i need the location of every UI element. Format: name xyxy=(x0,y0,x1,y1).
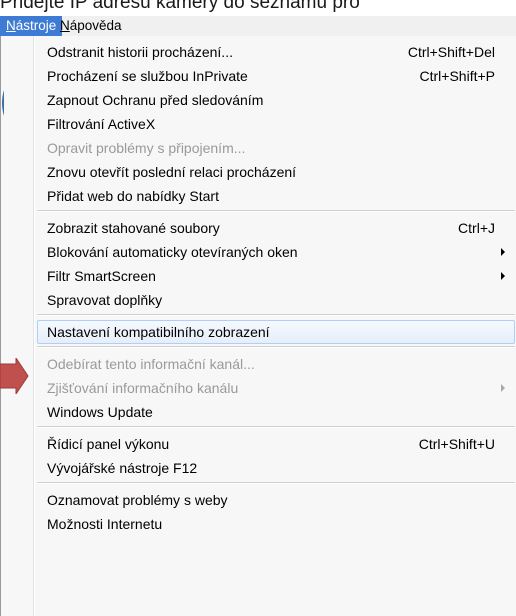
menu-item-ridici-panel-vykonu[interactable]: Řídicí panel výkonu Ctrl+Shift+U xyxy=(37,432,515,456)
menu-item-filtrovani-activex[interactable]: Filtrování ActiveX xyxy=(37,112,515,136)
menu-item-label: Řídicí panel výkonu xyxy=(47,436,170,452)
menu-item-filtr-smartscreen[interactable]: Filtr SmartScreen xyxy=(37,264,515,288)
menu-item-zobrazit-stahovane-soubory[interactable]: Zobrazit stahované soubory Ctrl+J xyxy=(37,216,515,240)
menu-item-zjistovani-informacniho-kanalu: Zjišťování informačního kanálu xyxy=(37,376,515,400)
menu-item-windows-update[interactable]: Windows Update xyxy=(37,400,515,424)
menu-item-shortcut: Ctrl+Shift+Del xyxy=(407,44,495,60)
menu-item-oznamovat-problemy-s-weby[interactable]: Oznamovat problémy s weby xyxy=(37,488,515,512)
menu-item-label: Zjišťování informačního kanálu xyxy=(47,380,239,396)
menu-help-label: ápověda xyxy=(69,18,122,33)
menu-item-label: Odebírat tento informační kanál... xyxy=(47,356,255,372)
menu-help-mnemonic: N xyxy=(60,18,70,33)
menu-item-znovu-otevrit-posledni-relaci-prochazeni[interactable]: Znovu otevřít poslední relaci procházení xyxy=(37,160,515,184)
menu-item-label: Windows Update xyxy=(47,404,153,420)
menu-item-opravit-problemy-s-pripojenim: Opravit problémy s připojením... xyxy=(37,136,515,160)
menu-item-label: Nastavení kompatibilního zobrazení xyxy=(47,324,270,340)
menu-item-label: Možnosti Internetu xyxy=(47,516,163,532)
menu-item-label: Zobrazit stahované soubory xyxy=(47,220,220,236)
chevron-right-icon xyxy=(501,272,505,280)
menu-item-odstranit-historii-prochazeni[interactable]: Odstranit historii procházení... Ctrl+Shi… xyxy=(37,40,515,64)
menu-item-label: Opravit problémy s připojením... xyxy=(47,140,246,156)
menu-separator xyxy=(37,314,515,316)
menu-item-label: Přidat web do nabídky Start xyxy=(47,188,219,204)
menu-item-label: Filtr SmartScreen xyxy=(47,268,156,284)
menu-item-prochazeni-se-sluzbou-inprivate[interactable]: Procházení se službou InPrivate Ctrl+Shif… xyxy=(37,64,515,88)
menu-item-spravovat-doplnky[interactable]: Spravovat doplňky xyxy=(37,288,515,312)
menu-item-vyvojarske-nastroje-f12[interactable]: Vývojářské nástroje F12 xyxy=(37,456,515,480)
tools-dropdown-menu: Odstranit historii procházení... Ctrl+Shi… xyxy=(0,36,516,616)
menu-help[interactable]: Nápověda xyxy=(54,16,128,36)
menu-separator xyxy=(37,210,515,212)
menu-item-label: Odstranit historii procházení... xyxy=(47,44,233,60)
menu-item-label: Vývojářské nástroje F12 xyxy=(47,460,198,476)
chevron-right-icon xyxy=(501,248,505,256)
menu-item-label: Znovu otevřít poslední relaci procházení xyxy=(47,164,297,180)
menu-item-pridat-web-do-nabidky-start[interactable]: Přidat web do nabídky Start xyxy=(37,184,515,208)
window-edge-nib xyxy=(2,90,4,116)
menu-item-label: Zapnout Ochranu před sledováním xyxy=(47,92,264,108)
menu-separator xyxy=(37,482,515,484)
menu-icon-gutter xyxy=(33,36,35,616)
menu-tools-label: ástroje xyxy=(15,18,57,33)
menu-item-shortcut: Ctrl+J xyxy=(458,220,495,236)
menu-separator xyxy=(37,426,515,428)
menu-item-label: Oznamovat problémy s weby xyxy=(47,492,228,508)
arrow-pointer-icon xyxy=(0,358,29,394)
menu-item-shortcut: Ctrl+Shift+U xyxy=(418,436,495,452)
menu-separator xyxy=(37,346,515,348)
menu-tools-mnemonic: N xyxy=(6,18,16,33)
menu-item-nastaveni-kompatibilniho-zobrazeni[interactable]: Nastavení kompatibilního zobrazení xyxy=(37,320,515,344)
menu-item-label: Filtrování ActiveX xyxy=(47,116,156,132)
background-heading: Přidejte IP adresu kamery do seznamu pro xyxy=(0,0,360,13)
menu-item-label: Procházení se službou InPrivate xyxy=(47,68,248,84)
menu-item-odebirat-tento-informacni-kanal: Odebírat tento informační kanál... xyxy=(37,352,515,376)
chevron-right-icon xyxy=(501,384,505,392)
menu-item-moznosti-internetu[interactable]: Možnosti Internetu xyxy=(37,512,515,536)
menu-item-shortcut: Ctrl+Shift+P xyxy=(419,68,495,84)
menu-item-label: Spravovat doplňky xyxy=(47,292,163,308)
menu-item-label: Blokování automaticky otevíraných oken xyxy=(47,244,298,260)
menu-item-blokovani-automaticky-oteviranych-oken[interactable]: Blokování automaticky otevíraných oken xyxy=(37,240,515,264)
menu-item-zapnout-ochranu-pred-sledovanim[interactable]: Zapnout Ochranu před sledováním xyxy=(37,88,515,112)
menu-bar: Nástroje Nápověda xyxy=(0,16,516,36)
menu-tools[interactable]: Nástroje xyxy=(0,16,63,36)
